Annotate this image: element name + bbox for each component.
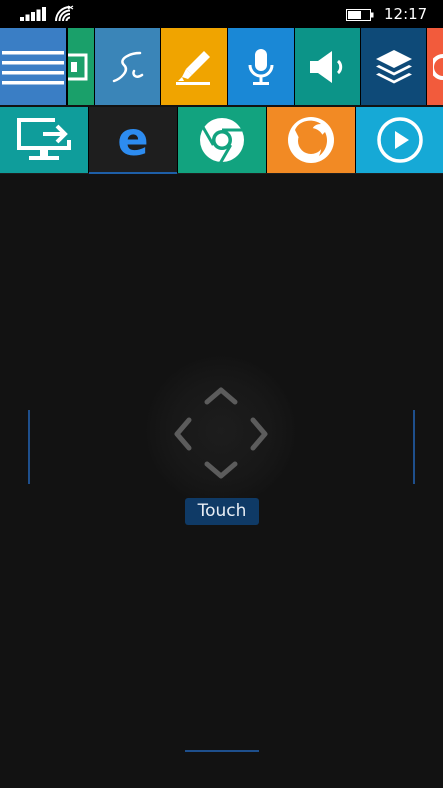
arrow-left-icon[interactable] [174, 417, 192, 451]
signal-icon [20, 7, 46, 21]
screen: 12:17 e Touch [0, 0, 443, 788]
remote-desktop-tile[interactable] [0, 107, 88, 173]
partial-tile[interactable] [427, 28, 443, 105]
layers-icon [375, 49, 412, 83]
layers-tile[interactable] [361, 28, 426, 105]
touch-mode-button[interactable]: Touch [185, 498, 259, 525]
keyboard-tile[interactable] [68, 28, 94, 105]
speaker-icon [309, 50, 342, 83]
arrow-up-icon[interactable] [204, 387, 238, 405]
left-scroll-edge[interactable] [28, 410, 30, 484]
arrow-right-icon[interactable] [250, 417, 268, 451]
toolbar-row-1 [0, 28, 443, 105]
microphone-tile[interactable] [228, 28, 294, 105]
keyboard-icon [68, 53, 88, 80]
firefox-tile[interactable] [267, 107, 355, 173]
battery-icon [346, 9, 374, 21]
highlighter-tile[interactable] [161, 28, 227, 105]
monitor-arrow-icon [17, 118, 71, 160]
pen-signature-icon [112, 51, 143, 82]
media-player-tile[interactable] [356, 107, 443, 173]
bottom-scroll-edge[interactable] [185, 750, 259, 752]
toolbar-row-2: e [0, 107, 443, 173]
pen-tile[interactable] [95, 28, 160, 105]
volume-tile[interactable] [295, 28, 360, 105]
edge-tile[interactable]: e [89, 107, 177, 173]
wifi-icon [55, 5, 74, 22]
partial-icon [433, 53, 443, 80]
right-scroll-edge[interactable] [413, 410, 415, 484]
chrome-tile[interactable] [178, 107, 266, 173]
arrow-down-icon[interactable] [204, 461, 238, 479]
clock: 12:17 [384, 5, 428, 23]
status-bar: 12:17 [0, 0, 443, 28]
highlighter-icon [176, 50, 210, 85]
hamburger-menu-icon [2, 50, 64, 84]
svg-text:e: e [117, 118, 148, 162]
menu-tile[interactable] [0, 28, 66, 105]
play-circle-icon [376, 117, 423, 163]
microphone-icon [248, 48, 274, 85]
firefox-icon [288, 117, 334, 163]
dpad-control[interactable] [171, 384, 271, 482]
edge-e-icon: e [117, 118, 148, 162]
chrome-icon [200, 118, 244, 164]
